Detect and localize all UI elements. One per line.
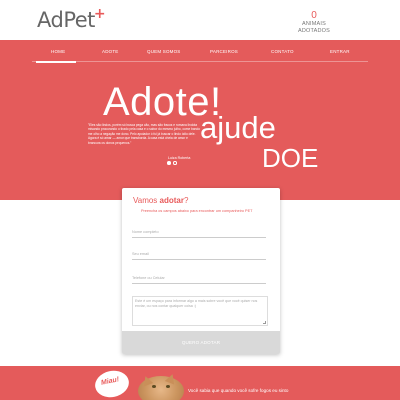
slider-dot-2[interactable]: [173, 161, 177, 165]
resize-handle-icon[interactable]: [263, 321, 266, 324]
nav-item-parceiros[interactable]: PARCEIROS: [210, 49, 238, 54]
adopted-counter: 0 ANIMAIS ADOTADOS: [290, 10, 338, 35]
submit-button[interactable]: QUERO ADOTAR: [122, 331, 280, 354]
nav-item-quem-somos[interactable]: QUEM SOMOS: [147, 49, 181, 54]
phone-field[interactable]: Telefone ou Celular: [132, 274, 266, 284]
logo-plus-icon: +: [93, 6, 106, 22]
adopted-label-line2: ADOTADOS: [297, 28, 331, 34]
nav-item-home[interactable]: HOME: [51, 49, 65, 54]
form-title: Vamos adotar?: [133, 196, 188, 205]
nav-item-adote[interactable]: ADOTE: [102, 49, 119, 54]
hero-headline-ajude: ajude: [200, 110, 276, 145]
message-textarea[interactable]: Este é um espaço para informar algo a ma…: [132, 296, 268, 326]
hero-headline-doe: DOE: [262, 143, 319, 173]
adoption-form: Vamos adotar? Preencha os campos abaixo …: [122, 188, 280, 354]
nav-active-indicator: [36, 61, 76, 63]
bottom-intro-text: Você sabia que quando você sofre fogos e…: [188, 388, 289, 393]
logo-text: AdPet: [37, 8, 95, 32]
nav-item-contato[interactable]: CONTATO: [271, 49, 294, 54]
message-placeholder: Este é um espaço para informar algo a ma…: [135, 299, 258, 308]
adopted-label-line1: ANIMAIS: [301, 21, 326, 27]
testimonial-author: Luiza Roberta: [168, 156, 191, 160]
form-title-bold: adotar: [159, 196, 184, 205]
adopted-count: 0: [311, 10, 317, 21]
form-title-suffix: ?: [183, 196, 189, 205]
form-title-prefix: Vamos: [133, 196, 160, 205]
testimonial-quote: "Eles são lindos, porém só busca pega cã…: [88, 123, 200, 145]
nav-item-entrar[interactable]: ENTRAR: [330, 49, 350, 54]
form-subtitle: Preencha os campos abaixo para encontrar…: [141, 209, 253, 213]
cat-eye-right: [166, 385, 170, 388]
name-field[interactable]: Nome completo: [132, 228, 266, 238]
logo[interactable]: AdPet+: [37, 6, 106, 32]
header: AdPet+ 0 ANIMAIS ADOTADOS: [0, 0, 400, 40]
cat-eye-left: [152, 385, 156, 388]
slider-dot-1[interactable]: [167, 161, 171, 165]
bottom-band: [0, 366, 400, 400]
main-nav: HOME ADOTE QUEM SOMOS PARCEIROS CONTATO …: [32, 42, 368, 63]
email-field[interactable]: Seu email: [132, 250, 266, 260]
